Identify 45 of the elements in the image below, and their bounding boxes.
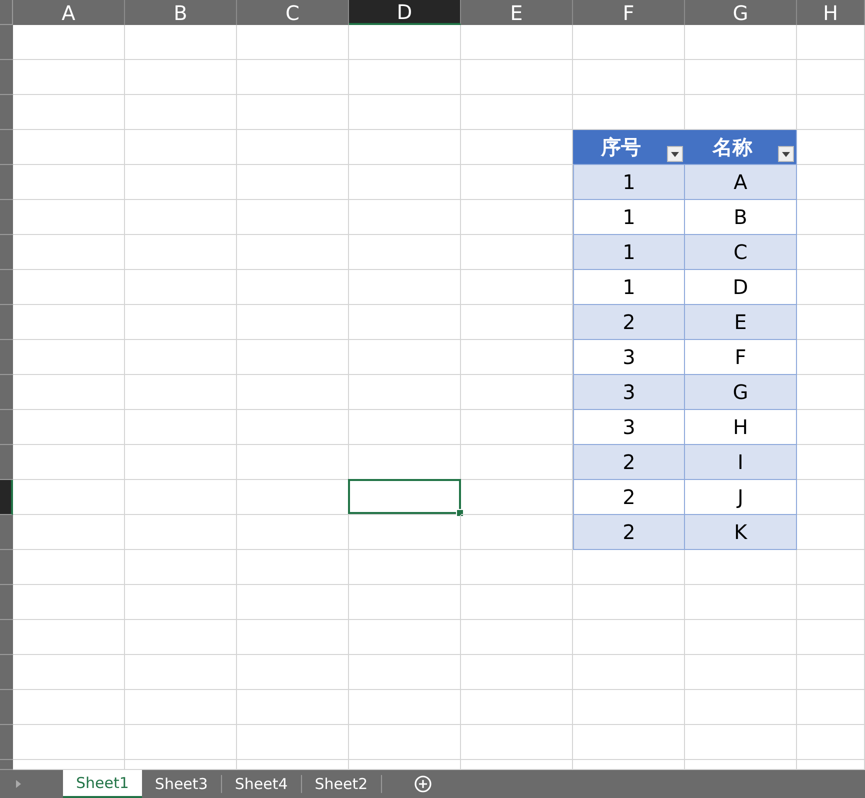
table-cell[interactable]: C xyxy=(685,235,797,270)
table-cell[interactable]: 2 xyxy=(573,445,685,480)
filter-button[interactable] xyxy=(667,146,683,162)
table-cell[interactable]: I xyxy=(685,445,797,480)
fill-handle[interactable] xyxy=(456,509,464,517)
add-sheet-icon[interactable] xyxy=(414,775,432,793)
table-cell[interactable]: K xyxy=(685,515,797,550)
caret-icon xyxy=(782,152,790,156)
table-cell[interactable]: E xyxy=(685,305,797,340)
column-header[interactable]: E xyxy=(461,0,573,25)
table-cell[interactable]: 1 xyxy=(573,235,685,270)
scroll-left-icon[interactable] xyxy=(16,780,21,788)
header-label: 名称 xyxy=(712,134,752,160)
sheet-tab[interactable]: Sheet4 xyxy=(222,770,301,798)
column-header[interactable]: G xyxy=(685,0,797,25)
table-cell[interactable]: 3 xyxy=(573,410,685,445)
sheet-tab[interactable]: Sheet1 xyxy=(63,770,142,798)
table-cell[interactable]: H xyxy=(685,410,797,445)
select-all-button[interactable] xyxy=(0,0,13,25)
column-header[interactable]: B xyxy=(125,0,237,25)
sheet-tab[interactable]: Sheet2 xyxy=(302,770,381,798)
filter-button[interactable] xyxy=(778,146,794,162)
table-cell[interactable]: 2 xyxy=(573,515,685,550)
header-label: 序号 xyxy=(601,134,641,160)
table-cell[interactable]: D xyxy=(685,270,797,305)
sheet-tab[interactable]: Sheet3 xyxy=(142,770,221,798)
table-cell[interactable]: 2 xyxy=(573,305,685,340)
column-header[interactable]: C xyxy=(237,0,349,25)
table-cell[interactable]: G xyxy=(685,375,797,410)
table-cell[interactable]: 1 xyxy=(573,200,685,235)
table-cell[interactable]: 3 xyxy=(573,340,685,375)
caret-icon xyxy=(671,152,679,156)
table-cell[interactable]: A xyxy=(685,165,797,200)
table-cell[interactable]: 2 xyxy=(573,480,685,515)
column-header[interactable]: F xyxy=(573,0,685,25)
table-cell[interactable]: 3 xyxy=(573,375,685,410)
column-header[interactable]: D xyxy=(349,0,461,25)
table-cell[interactable]: J xyxy=(685,480,797,515)
column-header[interactable]: A xyxy=(13,0,125,25)
table-cell[interactable]: 1 xyxy=(573,270,685,305)
table-cell[interactable]: 1 xyxy=(573,165,685,200)
table-cell[interactable]: F xyxy=(685,340,797,375)
column-header[interactable]: H xyxy=(797,0,865,25)
row-header[interactable] xyxy=(0,480,13,515)
table-cell[interactable]: B xyxy=(685,200,797,235)
